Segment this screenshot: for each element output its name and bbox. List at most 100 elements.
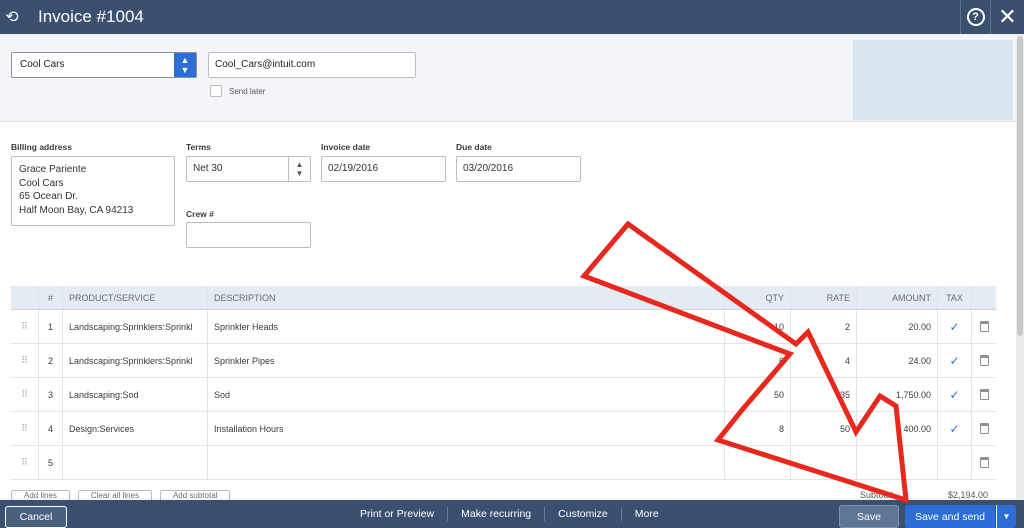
row-amount[interactable] — [857, 446, 938, 479]
row-amount[interactable]: 20.00 — [857, 310, 938, 343]
terms-label: Terms — [186, 142, 211, 152]
terms-value: Net 30 — [193, 163, 223, 174]
header-qty: QTY — [725, 286, 791, 309]
delete-row-button[interactable] — [972, 412, 996, 445]
recent-transactions-icon[interactable]: ⟲ — [0, 0, 24, 34]
delete-row-button[interactable] — [972, 310, 996, 343]
row-rate[interactable]: 50 — [791, 412, 857, 445]
save-button[interactable]: Save — [839, 505, 899, 528]
row-description[interactable] — [208, 446, 725, 479]
row-rate[interactable]: 35 — [791, 378, 857, 411]
drag-handle-icon[interactable]: ⠿ — [11, 310, 39, 343]
send-later-option[interactable]: Send later — [210, 85, 265, 97]
trash-icon — [979, 423, 989, 434]
row-product[interactable]: Landscaping:Sod — [63, 378, 208, 411]
make-recurring-link[interactable]: Make recurring — [448, 507, 546, 521]
drag-handle-icon[interactable]: ⠿ — [11, 412, 39, 445]
crew-input[interactable] — [186, 222, 311, 248]
header-tax: TAX — [938, 286, 972, 309]
row-description[interactable]: Sprinkler Heads — [208, 310, 725, 343]
dropdown-arrow-icon[interactable]: ▲ ▼ — [174, 53, 196, 77]
page-title: Invoice #1004 — [38, 7, 144, 26]
row-product[interactable]: Landscaping:Sprinklers:Sprinkl — [63, 344, 208, 377]
delete-row-button[interactable] — [972, 378, 996, 411]
row-rate[interactable]: 2 — [791, 310, 857, 343]
print-preview-link[interactable]: Print or Preview — [347, 507, 449, 521]
tax-check-icon[interactable]: ✓ — [938, 310, 972, 343]
billing-address-field[interactable]: Grace Pariente Cool Cars 65 Ocean Dr. Ha… — [11, 156, 175, 226]
row-rate[interactable] — [791, 446, 857, 479]
footer-links: Print or Preview Make recurring Customiz… — [347, 500, 672, 528]
table-row[interactable]: ⠿ 2 Landscaping:Sprinklers:Sprinkl Sprin… — [11, 344, 996, 378]
updown-arrow-icon: ▲ ▼ — [288, 157, 310, 181]
more-link[interactable]: More — [622, 507, 672, 521]
billing-address-label: Billing address — [11, 142, 72, 152]
row-product[interactable] — [63, 446, 208, 479]
row-product[interactable]: Design:Services — [63, 412, 208, 445]
row-amount[interactable]: 1,750.00 — [857, 378, 938, 411]
table-row[interactable]: ⠿ 3 Landscaping:Sod Sod 50 35 1,750.00 ✓ — [11, 378, 996, 412]
send-later-label: Send later — [229, 86, 266, 96]
customer-select[interactable]: Cool Cars ▲ ▼ — [11, 52, 197, 78]
terms-select[interactable]: Net 30 ▲ ▼ — [186, 156, 311, 182]
header-amount: AMOUNT — [857, 286, 938, 309]
customer-email-input[interactable]: Cool_Cars@intuit.com — [208, 52, 416, 78]
row-num: 3 — [39, 378, 63, 411]
close-icon[interactable]: ✕ — [990, 0, 1024, 34]
invoice-header: Cool Cars ▲ ▼ Cool_Cars@intuit.com Send l… — [0, 34, 1024, 122]
row-description[interactable]: Sod — [208, 378, 725, 411]
due-date-label: Due date — [456, 142, 492, 152]
billing-line: Grace Pariente — [19, 164, 87, 175]
subtotal-label: Subtotal — [860, 490, 894, 500]
help-button[interactable]: ? — [960, 0, 990, 34]
header-rate: RATE — [791, 286, 857, 309]
due-date-input[interactable]: 03/20/2016 — [456, 156, 581, 182]
header-description: DESCRIPTION — [208, 286, 725, 309]
table-row[interactable]: ⠿ 5 — [11, 446, 996, 480]
invoice-date-input[interactable]: 02/19/2016 — [321, 156, 446, 182]
table-row[interactable]: ⠿ 1 Landscaping:Sprinklers:Sprinkl Sprin… — [11, 310, 996, 344]
customize-link[interactable]: Customize — [545, 507, 622, 521]
row-num: 5 — [39, 446, 63, 479]
delete-row-button[interactable] — [972, 344, 996, 377]
customer-name: Cool Cars — [20, 59, 65, 70]
drag-handle-icon[interactable]: ⠿ — [11, 446, 39, 479]
table-row[interactable]: ⠿ 4 Design:Services Installation Hours 8… — [11, 412, 996, 446]
tax-check-icon[interactable]: ✓ — [938, 378, 972, 411]
balance-due-panel — [853, 40, 1013, 120]
footer-bar: Cancel Print or Preview Make recurring C… — [0, 500, 1024, 528]
subtotal-value: $2,194.00 — [948, 490, 989, 500]
cancel-button[interactable]: Cancel — [5, 506, 67, 528]
row-qty[interactable]: 6 — [725, 344, 791, 377]
row-amount[interactable]: 24.00 — [857, 344, 938, 377]
row-amount[interactable]: 400.00 — [857, 412, 938, 445]
trash-icon — [979, 355, 989, 366]
billing-line: Cool Cars — [19, 177, 64, 189]
row-qty[interactable]: 8 — [725, 412, 791, 445]
drag-handle-icon[interactable]: ⠿ — [11, 378, 39, 411]
save-options-dropdown[interactable]: ▼ — [996, 505, 1016, 528]
tax-check-icon[interactable] — [938, 446, 972, 479]
save-and-send-button[interactable]: Save and send — [905, 505, 995, 528]
row-qty[interactable]: 10 — [725, 310, 791, 343]
row-rate[interactable]: 4 — [791, 344, 857, 377]
invoice-body: Billing address Grace Pariente Cool Cars… — [0, 122, 1024, 504]
row-qty[interactable] — [725, 446, 791, 479]
tax-check-icon[interactable]: ✓ — [938, 344, 972, 377]
row-description[interactable]: Sprinkler Pipes — [208, 344, 725, 377]
trash-icon — [979, 321, 989, 332]
tax-check-icon[interactable]: ✓ — [938, 412, 972, 445]
billing-line: 65 Ocean Dr. — [19, 191, 78, 202]
row-description[interactable]: Installation Hours — [208, 412, 725, 445]
scrollbar-thumb[interactable] — [1017, 36, 1023, 336]
header-delete — [972, 286, 996, 309]
drag-handle-icon[interactable]: ⠿ — [11, 344, 39, 377]
send-later-checkbox[interactable] — [210, 85, 222, 97]
delete-row-button[interactable] — [972, 446, 996, 479]
invoice-date-label: Invoice date — [321, 142, 371, 152]
row-qty[interactable]: 50 — [725, 378, 791, 411]
row-product[interactable]: Landscaping:Sprinklers:Sprinkl — [63, 310, 208, 343]
top-bar: ⟲ Invoice #1004 ? ✕ — [0, 0, 1024, 34]
trash-icon — [979, 389, 989, 400]
help-icon: ? — [966, 8, 985, 26]
